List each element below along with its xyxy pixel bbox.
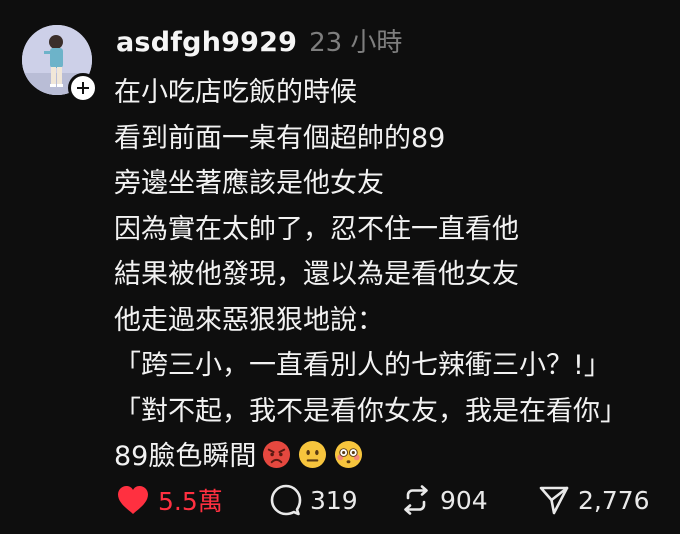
- post-line: 「跨三小，一直看別人的七辣衝三小？!」: [114, 350, 611, 381]
- username-link[interactable]: asdfgh9929: [116, 27, 297, 58]
- post-timestamp[interactable]: 23 小時: [309, 22, 402, 59]
- follow-button[interactable]: [68, 73, 98, 103]
- repost-arrows-icon: [404, 485, 428, 515]
- post-line: 在小吃店吃飯的時候: [114, 77, 357, 108]
- post-header: asdfgh9929 23 小時: [116, 22, 402, 59]
- flushed-face-emoji-icon: [335, 440, 363, 469]
- heart-filled-icon: [118, 486, 148, 514]
- post-line: 「對不起，我不是看你女友，我是在看你」: [114, 395, 627, 427]
- comment-count: 319: [310, 485, 358, 515]
- post-line: 旁邊坐著應該是他女友: [114, 168, 384, 199]
- angry-face-emoji-icon: [263, 440, 291, 469]
- plus-icon: [77, 82, 89, 94]
- post-line: 89臉色瞬間: [114, 441, 257, 472]
- post-last-line: 89臉色瞬間: [114, 434, 674, 480]
- repost-button[interactable]: 904: [400, 480, 488, 520]
- emoji-group: [262, 440, 370, 469]
- share-button[interactable]: 2,776: [538, 480, 650, 520]
- post-body: 在小吃店吃飯的時候 看到前面一桌有個超帥的89 旁邊坐著應該是他女友 因為實在太…: [114, 70, 674, 480]
- comment-bubble-icon: [270, 484, 302, 516]
- post-line: 結果被他發現，還以為是看他女友: [114, 259, 519, 290]
- author-avatar-container[interactable]: [22, 25, 98, 103]
- like-count: 5.5萬: [158, 487, 223, 516]
- action-bar: 5.5萬 319 904 2,776: [114, 480, 674, 520]
- neutral-face-emoji-icon: [299, 440, 327, 469]
- post-line: 看到前面一桌有個超帥的89: [114, 122, 446, 154]
- post-line: 他走過來惡狠狠地說：: [114, 304, 384, 336]
- send-paper-plane-icon: [539, 486, 569, 515]
- comment-button[interactable]: 319: [270, 480, 358, 520]
- share-count: 2,776: [578, 485, 650, 515]
- repost-count: 904: [440, 485, 488, 515]
- thread-post: asdfgh9929 23 小時 在小吃店吃飯的時候 看到前面一桌有個超帥的89…: [0, 0, 680, 534]
- like-button[interactable]: 5.5萬: [116, 480, 223, 520]
- post-line: 因為實在太帥了，忍不住一直看他: [114, 213, 519, 245]
